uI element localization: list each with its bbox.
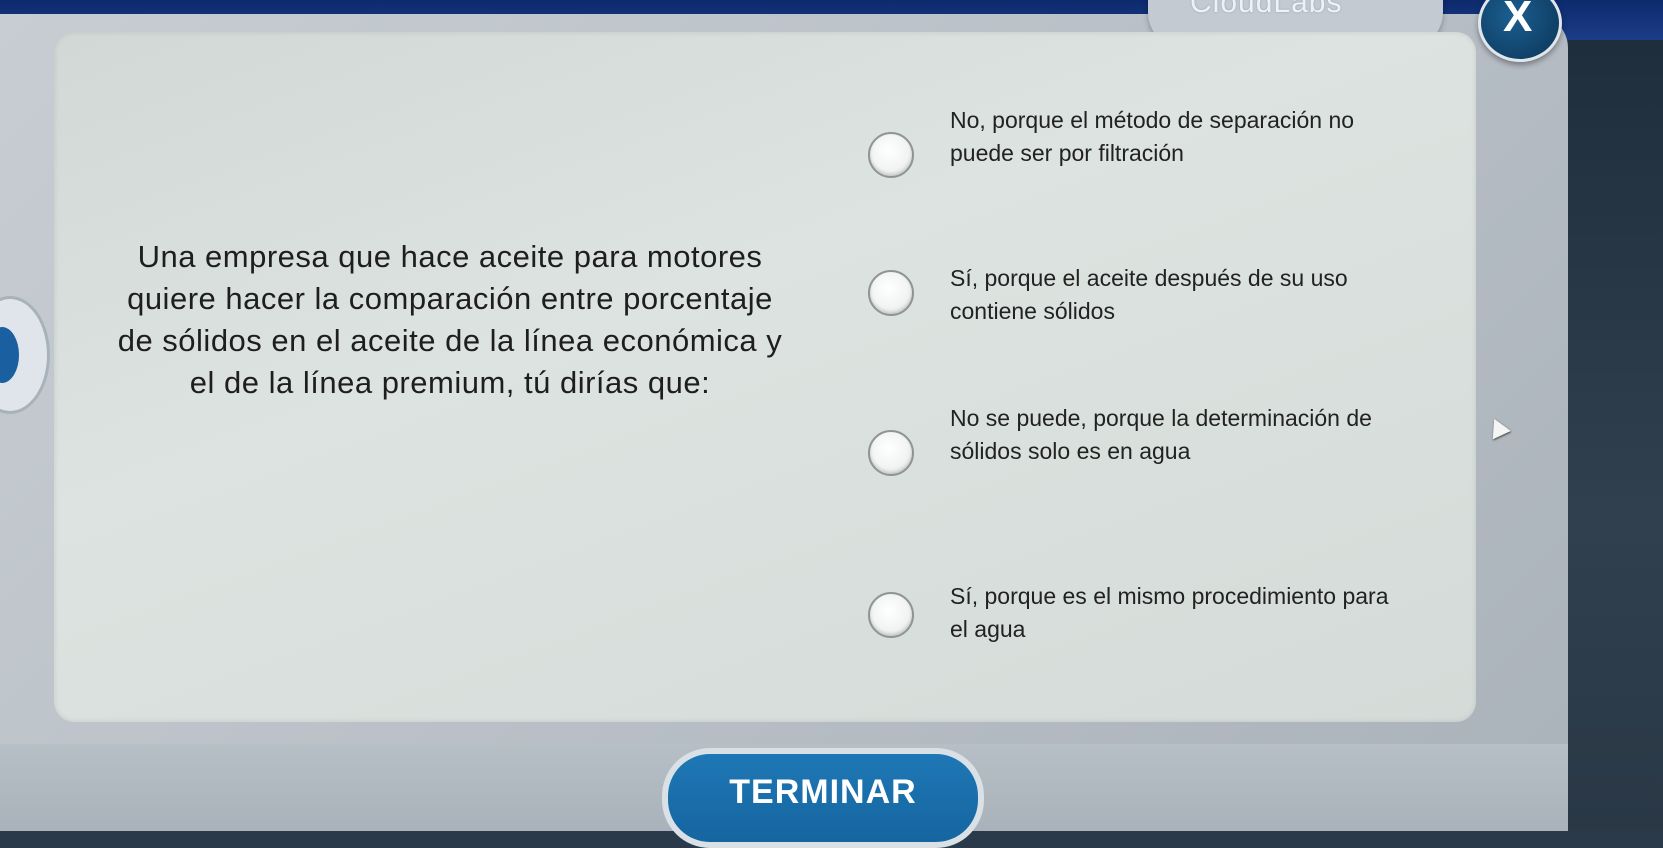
finish-button[interactable]: TERMINAR [662,748,984,848]
answer-label: No, porque el método de separación no pu… [950,107,1355,166]
side-nav-dot [0,327,19,383]
close-icon: X [1503,0,1533,41]
radio-button[interactable] [868,270,914,316]
answer-label: Sí, porque el aceite después de su uso c… [950,265,1348,324]
answer-label: No se puede, porque la determinación de … [950,405,1372,464]
radio-button[interactable] [868,430,914,476]
brand-logo: CloudLabs [1190,0,1343,19]
radio-button[interactable] [868,132,914,178]
question-text: Una empresa que hace aceite para motores… [117,239,783,400]
background-edge [1560,40,1663,831]
radio-button[interactable] [868,592,914,638]
answer-label: Sí, porque es el mismo procedimiento par… [950,583,1389,642]
